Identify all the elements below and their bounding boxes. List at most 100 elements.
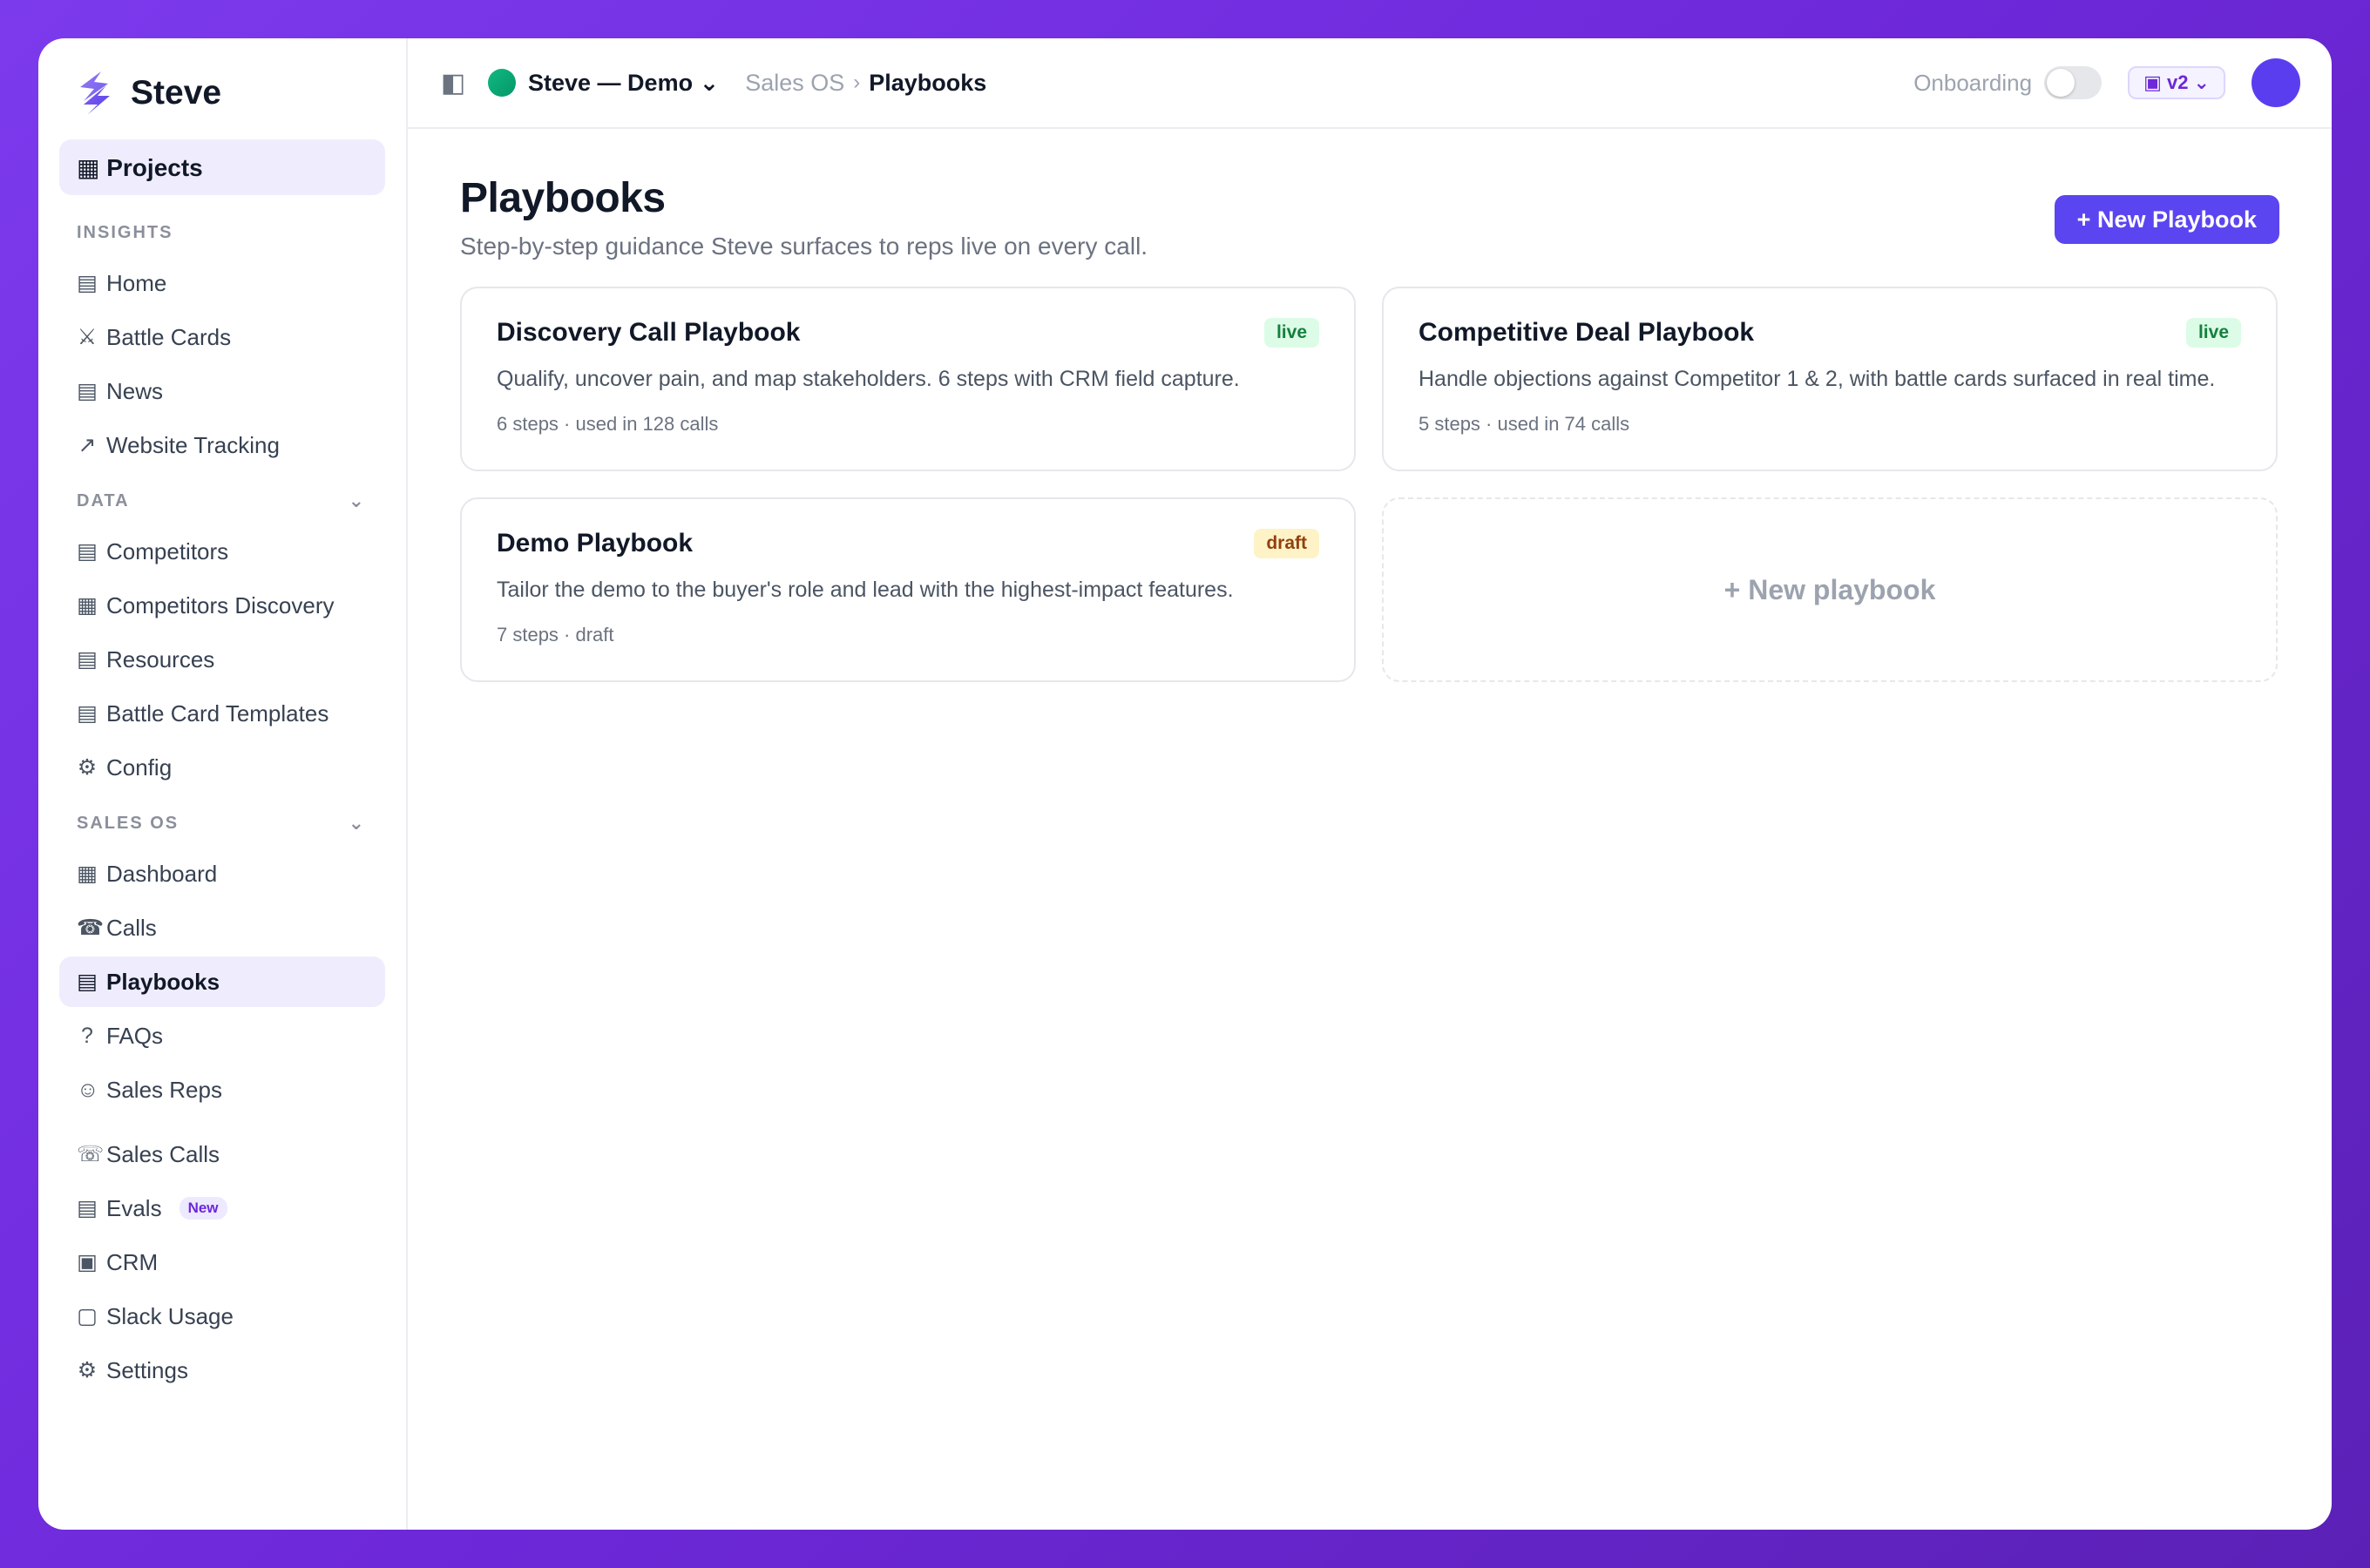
sidebar-item-website-tracking[interactable]: ↗ Website Tracking — [59, 420, 385, 470]
chevron-down-icon[interactable]: ⌄ — [349, 812, 366, 835]
sidebar-item-battle-card-templates[interactable]: ▤ Battle Card Templates — [59, 688, 385, 739]
document-icon: ▤ — [77, 271, 98, 295]
new-badge: New — [179, 1197, 227, 1220]
bolt-logo-icon — [80, 71, 110, 115]
sidebar-item-label: Config — [106, 754, 173, 781]
dashboard-icon: ▦ — [77, 862, 98, 886]
new-playbook-button[interactable]: + New Playbook — [2054, 195, 2279, 244]
gear-icon: ⚙ — [77, 755, 98, 780]
onboarding-label: Onboarding — [1913, 69, 2033, 96]
sidebar-item-slack-usage[interactable]: ▢ Slack Usage — [59, 1291, 385, 1342]
sidebar-item-resources[interactable]: ▤ Resources — [59, 634, 385, 685]
gear-icon: ⚙ — [77, 1358, 98, 1382]
section-sales-os-title: SALES OS — [77, 813, 179, 833]
section-insights-title: INSIGHTS — [77, 222, 173, 242]
sidebar-item-competitors[interactable]: ▤ Competitors — [59, 526, 385, 577]
list-icon: ▤ — [77, 539, 98, 564]
section-data-title: DATA — [77, 490, 130, 510]
user-icon: ☺ — [77, 1077, 99, 1102]
playbook-meta: 5 steps · used in 74 calls — [1419, 413, 1630, 435]
sidebar-item-label: Resources — [106, 645, 215, 672]
question-icon: ? — [81, 1023, 93, 1048]
sidebar-item-label: Dashboard — [106, 860, 218, 887]
sidebar-item-label: Sales Calls — [106, 1140, 220, 1167]
brand-name: Steve — [131, 74, 222, 112]
sidebar-item-evals[interactable]: ▤ Evals New — [59, 1183, 385, 1233]
sidebar-item-label: FAQs — [106, 1022, 164, 1049]
playbook-title: Competitive Deal Playbook — [1419, 318, 1755, 347]
projects-button[interactable]: ▦ Projects — [59, 139, 385, 195]
sidebar-item-dashboard[interactable]: ▦ Dashboard — [59, 848, 385, 899]
sidebar-item-battle-cards[interactable]: ⚔ Battle Cards — [59, 312, 385, 362]
chevron-down-icon[interactable]: ⌄ — [349, 490, 366, 512]
playbook-meta: 7 steps · draft — [497, 624, 614, 645]
topbar-actions: Onboarding ▣ v2 ⌄ — [1913, 58, 2300, 107]
topbar: ◧ Steve — Demo ⌄ Sales OS › Playbooks On… — [408, 38, 2332, 129]
sidebar-item-news[interactable]: ▤ News — [59, 366, 385, 416]
user-avatar[interactable] — [2252, 58, 2300, 107]
playbook-description: Tailor the demo to the buyer's role and … — [497, 578, 1234, 602]
book-icon: ▤ — [77, 970, 98, 994]
sidebar-item-label: Battle Cards — [106, 323, 232, 350]
template-icon: ▤ — [77, 701, 98, 726]
grid-icon: ▦ — [77, 593, 98, 618]
sidebar-item-playbooks[interactable]: ▤ Playbooks — [59, 956, 385, 1007]
sidebar-item-label: Playbooks — [106, 968, 220, 995]
breadcrumb-parent[interactable]: Sales OS — [745, 70, 844, 97]
sidebar-item-label: Battle Card Templates — [106, 700, 329, 727]
sidebar-item-settings[interactable]: ⚙ Settings — [59, 1345, 385, 1396]
page-subtitle: Step-by-step guidance Steve surfaces to … — [460, 233, 1148, 260]
sidebar-item-label: Website Tracking — [106, 431, 280, 458]
app-window: Steve ▦ Projects INSIGHTS ▤ Home ⚔ Battl… — [38, 38, 2332, 1530]
playbook-card[interactable]: Discovery Call Playbook live Qualify, un… — [460, 287, 1356, 471]
sidebar-item-sales-calls[interactable]: ☏ Sales Calls — [59, 1129, 385, 1179]
section-sales-os[interactable]: SALES OS ⌄ — [59, 808, 385, 838]
playbook-meta: 6 steps · used in 128 calls — [497, 413, 719, 435]
playbook-description: Qualify, uncover pain, and map stakehold… — [497, 367, 1240, 391]
sidebar-item-home[interactable]: ▤ Home — [59, 258, 385, 308]
playbook-grid: Discovery Call Playbook live Qualify, un… — [460, 287, 2279, 682]
clipboard-icon: ▤ — [77, 1196, 98, 1220]
database-icon: ▣ — [77, 1250, 98, 1274]
sidebar-toggle-icon[interactable]: ◧ — [441, 68, 465, 98]
sidebar-item-crm[interactable]: ▣ CRM — [59, 1237, 385, 1288]
trend-arrow-icon: ↗ — [78, 433, 97, 457]
playbook-description: Handle objections against Competitor 1 &… — [1419, 367, 2216, 391]
version-selector[interactable]: ▣ v2 ⌄ — [2128, 66, 2225, 99]
chat-icon: ▢ — [77, 1304, 98, 1328]
sidebar-item-config[interactable]: ⚙ Config — [59, 742, 385, 793]
sidebar-item-faqs[interactable]: ? FAQs — [59, 1010, 385, 1061]
sidebar-item-label: Competitors — [106, 537, 229, 564]
breadcrumb-separator: › — [853, 71, 861, 94]
breadcrumb-current: Playbooks — [869, 69, 987, 96]
new-playbook-tile-label: + New playbook — [1723, 573, 1936, 605]
playbook-title: Discovery Call Playbook — [497, 318, 801, 347]
org-switcher[interactable]: Steve — Demo ⌄ — [528, 70, 719, 97]
sidebar-item-label: CRM — [106, 1248, 159, 1275]
sidebar-item-label: Home — [106, 269, 167, 296]
playbook-card[interactable]: Demo Playbook draft Tailor the demo to t… — [460, 497, 1356, 682]
newspaper-icon: ▤ — [77, 379, 98, 403]
section-insights: INSIGHTS — [59, 218, 385, 247]
sidebar-item-label: Settings — [106, 1356, 188, 1383]
playbook-card[interactable]: Competitive Deal Playbook live Handle ob… — [1382, 287, 2278, 471]
brand[interactable]: Steve — [59, 66, 385, 120]
onboarding-toggle[interactable] — [2044, 66, 2103, 99]
org-avatar[interactable] — [488, 69, 516, 97]
sidebar-item-calls[interactable]: ☎ Calls — [59, 902, 385, 953]
section-data[interactable]: DATA ⌄ — [59, 486, 385, 516]
new-playbook-tile[interactable]: + New playbook — [1382, 497, 2278, 682]
document-icon: ▤ — [77, 647, 98, 672]
sidebar-item-competitors-discovery[interactable]: ▦ Competitors Discovery — [59, 580, 385, 631]
swords-icon: ⚔ — [77, 325, 98, 349]
phone-icon: ☎ — [77, 916, 105, 940]
toggle-knob — [2047, 69, 2075, 97]
phone-icon: ☏ — [77, 1142, 105, 1166]
page-title: Playbooks — [460, 175, 666, 221]
sidebar: Steve ▦ Projects INSIGHTS ▤ Home ⚔ Battl… — [38, 38, 408, 1530]
status-badge: draft — [1254, 529, 1319, 558]
status-badge: live — [2185, 318, 2241, 348]
sidebar-item-label: Slack Usage — [106, 1302, 234, 1329]
sidebar-item-sales-reps[interactable]: ☺ Sales Reps — [59, 1064, 385, 1115]
playbook-title: Demo Playbook — [497, 529, 694, 558]
